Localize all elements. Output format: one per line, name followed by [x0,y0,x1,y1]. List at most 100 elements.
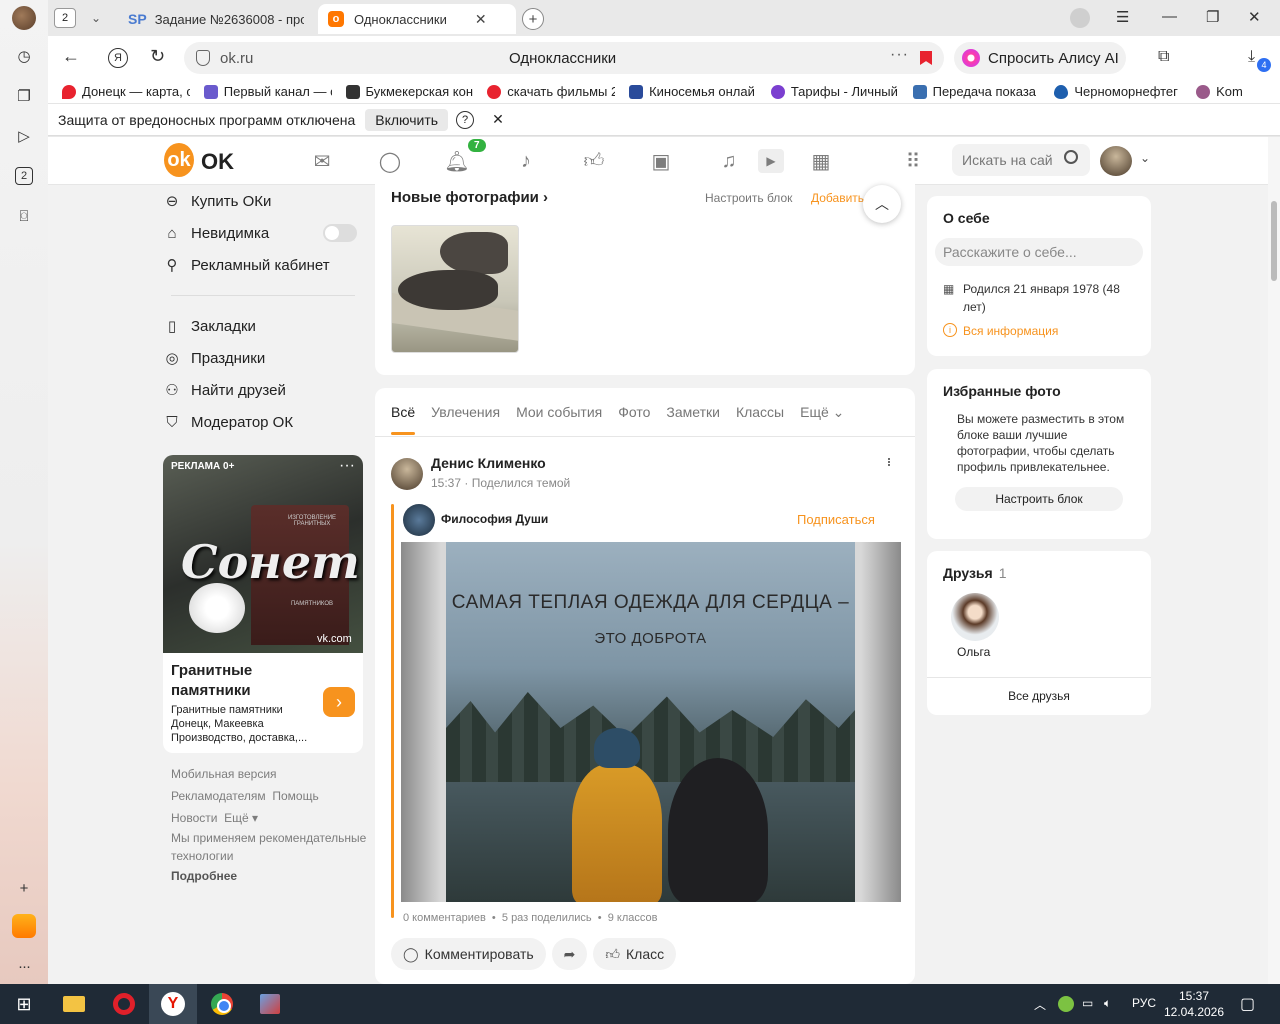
shield-icon[interactable] [196,50,210,66]
share-button[interactable]: ➦ [551,938,588,970]
reload-icon[interactable]: ↻ [150,46,165,67]
scroll-thumb[interactable] [1271,201,1277,281]
restore-icon[interactable]: ❐ [1206,8,1219,26]
profile-avatar-icon[interactable] [12,6,36,30]
friend-avatar[interactable] [951,593,999,641]
shares-count[interactable]: 5 раз поделились [502,912,592,924]
tab-counter[interactable]: 2 [54,8,76,28]
tab-my-events[interactable]: Мои события [516,404,602,421]
footer-advertisers-link[interactable]: Рекламодателям [171,789,266,803]
group-name[interactable]: Философия Души [441,512,548,526]
nav-ad-cabinet[interactable]: ⚲ Рекламный кабинет [163,249,363,281]
notifications-icon[interactable]: 🔔︎ [444,149,470,173]
all-friends-link[interactable]: Все друзья [927,689,1151,703]
menu-icon[interactable]: ☰ [1116,8,1129,26]
post-author[interactable]: Денис Клименко [431,455,546,471]
chrome-button[interactable] [198,984,246,1024]
invisible-toggle[interactable] [323,224,357,242]
add-panel-icon[interactable]: + [12,876,36,900]
bookmark-icon[interactable] [920,51,932,65]
user-avatar[interactable] [1100,146,1132,176]
screenshot-icon[interactable]: ⌼ [12,204,36,228]
group-avatar[interactable] [403,504,435,536]
nav-find-friends[interactable]: ⚇ Найти друзей [163,374,363,406]
notification-center-icon[interactable]: ▢ [1240,994,1255,1014]
comments-count[interactable]: 0 комментариев [403,912,486,924]
comment-button[interactable]: ◯ Комментировать [391,938,546,970]
like-button[interactable]: 👍︎ Класс [593,938,677,970]
app-button[interactable] [246,984,294,1024]
clock[interactable]: 15:37 12.04.2026 [1162,988,1226,1020]
apps-icon[interactable]: ⠿ [900,149,926,173]
new-photos-title[interactable]: Новые фотографии › [391,189,548,206]
friend-name[interactable]: Ольга [957,645,990,659]
likes-count[interactable]: 9 классов [608,912,658,924]
footer-more-link[interactable]: Ещё [224,811,249,825]
bookmark-item[interactable]: Киносемья онлай [629,84,757,99]
guests-icon[interactable]: ♪︎ [513,149,539,173]
ok-logo-text[interactable]: OK [201,149,234,175]
author-avatar[interactable] [391,458,423,490]
minimize-icon[interactable]: — [1162,8,1177,25]
nav-moderator[interactable]: ⛉ Модератор ОК [163,406,363,438]
nav-buy-oki[interactable]: ⊖ Купить ОКи [163,185,363,217]
more-icon[interactable]: ··· [12,954,36,978]
more-icon[interactable]: ··· [890,46,909,64]
history-icon[interactable]: ◷ [12,44,36,68]
footer-help-link[interactable]: Помощь [272,789,318,803]
tab-odnoklassniki[interactable]: o Одноклассники ✕ [318,4,516,34]
chevron-up-icon[interactable]: ︿ [1034,996,1046,1013]
chevron-down-icon[interactable]: ⌄ [1140,151,1150,165]
friends-title[interactable]: Друзья 1 [943,565,1006,581]
url-field[interactable]: ok.ru Одноклассники ··· [184,42,944,74]
post-menu-icon[interactable]: ··· [879,456,900,465]
tab-task[interactable]: SP Задание №2636008 - про [118,4,314,34]
video-icon[interactable]: ▣ [648,149,674,173]
ok-logo-icon[interactable]: ok [164,143,194,177]
tab-notes[interactable]: Заметки [666,404,720,421]
nav-holidays[interactable]: ◎ Праздники [163,342,363,374]
back-icon[interactable]: ← [62,46,80,67]
about-input[interactable]: Расскажите о себе... [935,238,1143,266]
all-info-link[interactable]: Вся информация [963,324,1058,338]
more-icon[interactable]: ··· [339,457,355,475]
footer-news-link[interactable]: Новости [171,811,217,825]
tab-count-icon[interactable]: 2 [12,164,36,188]
mail-icon[interactable] [12,914,36,938]
help-icon[interactable]: ? [456,110,475,129]
footer-mobile-link[interactable]: Мобильная версия [171,763,371,785]
yandex-icon[interactable]: Я [108,48,128,68]
network-icon[interactable]: ▭ [1082,996,1093,1010]
chevron-down-icon[interactable]: ⌄ [84,8,108,28]
live-icon[interactable]: ▶ [758,149,784,173]
close-icon[interactable]: ✕ [492,111,504,128]
opera-button[interactable] [100,984,148,1024]
new-tab-button[interactable]: + [522,8,544,30]
bookmark-item[interactable]: Букмекерская кон [345,84,474,99]
scroll-up-button[interactable]: ︿ [863,185,901,223]
enable-protection-button[interactable]: Включить [365,108,449,131]
explorer-button[interactable] [50,984,98,1024]
nav-bookmarks[interactable]: ▯ Закладки [163,310,363,342]
tab-all[interactable]: Всё [391,404,416,435]
volume-icon[interactable]: 🔈︎ [1104,996,1111,1011]
account-icon[interactable] [1070,8,1090,28]
window-close-icon[interactable]: ✕ [1248,8,1261,26]
tab-photo[interactable]: Фото [618,404,650,421]
tab-classes[interactable]: Классы [736,404,784,421]
events-icon[interactable]: 👍︎ [581,149,607,173]
configure-favorites-button[interactable]: Настроить блок [955,487,1123,511]
tab-hobbies[interactable]: Увлечения [431,404,500,421]
tab-more[interactable]: Ещё ⌄ [800,404,844,421]
page-scrollbar[interactable] [1268,137,1280,984]
bookmark-item[interactable]: скачать фильмы 2 [487,84,615,99]
footer-details-link[interactable]: Подробнее [171,869,237,883]
add-photo-link[interactable]: Добавить [811,191,864,205]
yandex-browser-button[interactable]: Y [149,984,197,1024]
bookmark-item[interactable]: Kom [1196,84,1266,99]
calendar-icon[interactable]: ▦ [808,149,834,173]
triangle-down-icon[interactable]: ▾ [249,811,258,825]
language-indicator[interactable]: РУС [1132,996,1156,1010]
ad-title[interactable]: Гранитные памятники [171,661,311,701]
side-panel-icon[interactable]: ⧉ [1158,48,1169,66]
